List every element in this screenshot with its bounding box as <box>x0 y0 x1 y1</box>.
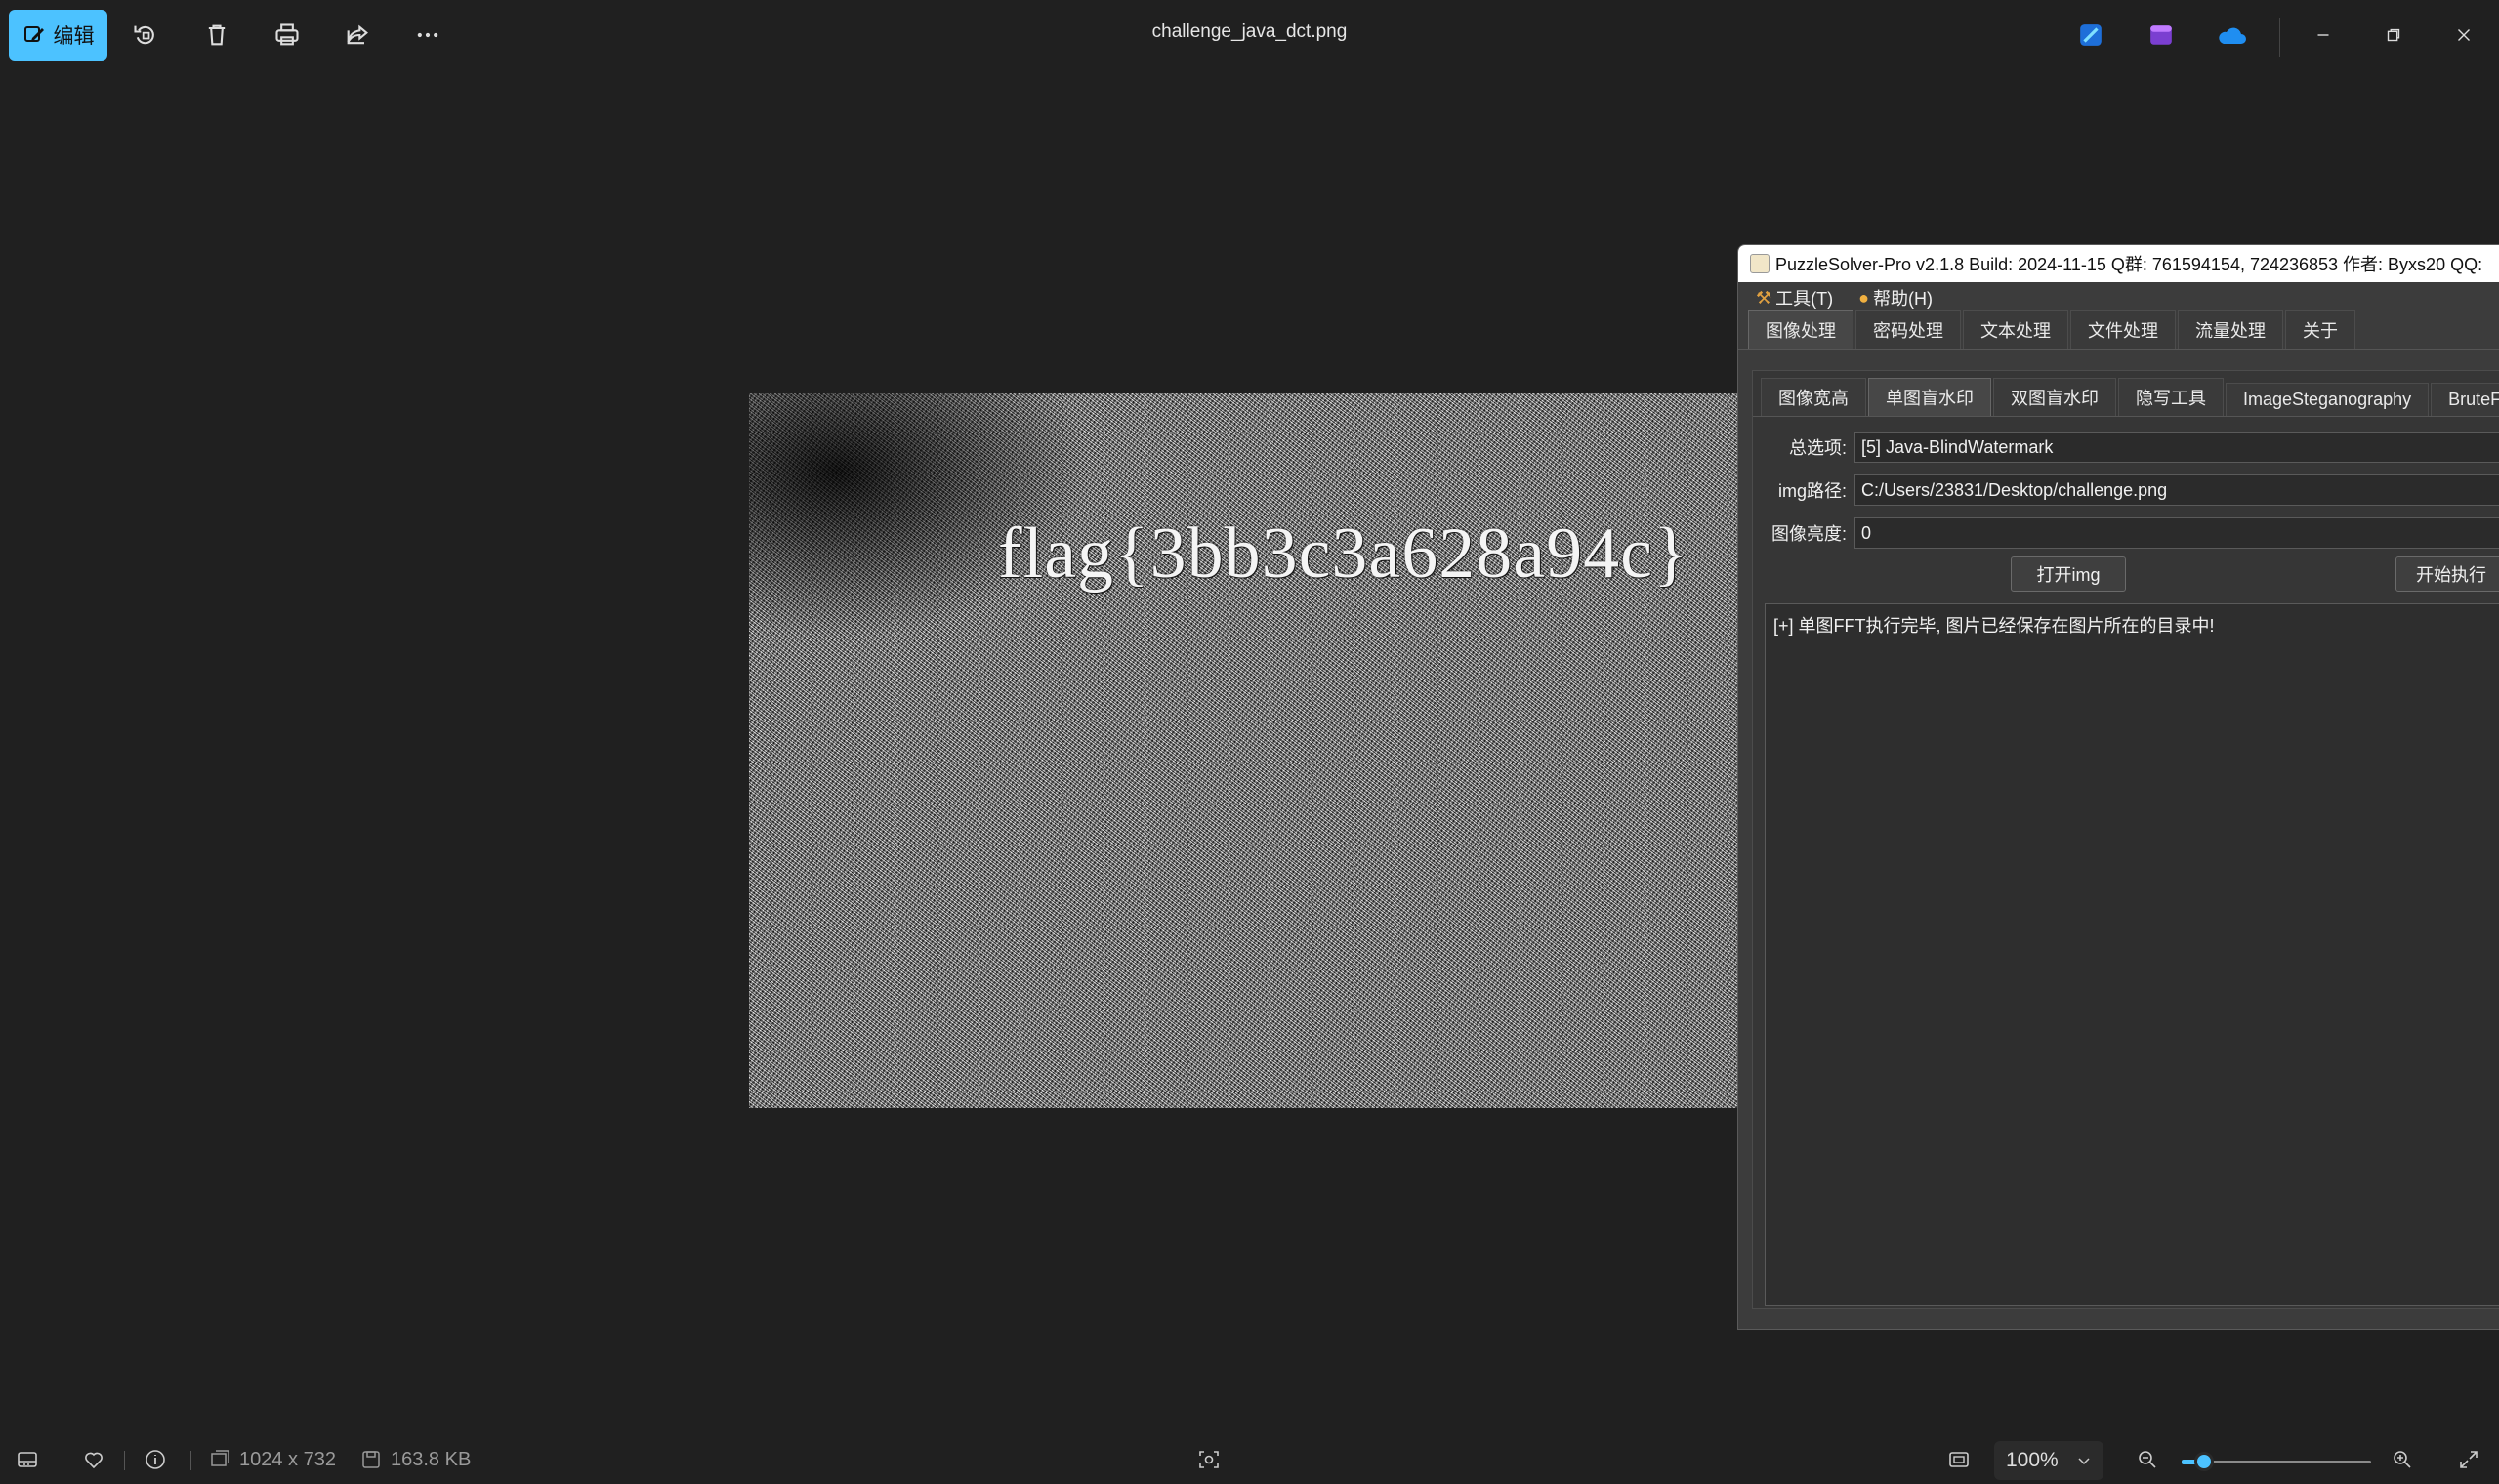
rotate-icon[interactable] <box>128 18 163 53</box>
menu-tools[interactable]: ⚒ 工具(T) <box>1756 285 1833 310</box>
path-row: img路径: C:/Users/23831/Desktop/challenge.… <box>1753 474 2499 506</box>
chevron-down-icon <box>2078 1458 2090 1465</box>
subtab-stego-tools[interactable]: 隐写工具 <box>2118 378 2224 416</box>
edit-button[interactable]: 编辑 <box>9 10 107 61</box>
fullscreen-icon[interactable] <box>2457 1447 2480 1472</box>
toolbar-divider <box>2279 18 2280 57</box>
print-icon[interactable] <box>270 18 305 53</box>
visual-search-icon[interactable] <box>1197 1447 1221 1472</box>
option-select[interactable]: [5] Java-BlindWatermark <box>1854 432 2499 463</box>
subtab-double-watermark[interactable]: 双图盲水印 <box>1993 378 2116 416</box>
minimize-icon[interactable] <box>2304 18 2343 53</box>
puzzlesolver-titlebar[interactable]: PuzzleSolver-Pro v2.1.8 Build: 2024-11-1… <box>1738 245 2499 282</box>
subtab-image-steganography[interactable]: ImageSteganography <box>2226 383 2430 416</box>
brightness-label: 图像亮度: <box>1770 524 1847 544</box>
image-dimensions-text: 1024 x 732 <box>239 1448 336 1470</box>
clipchamp-icon[interactable] <box>2074 20 2107 51</box>
top-toolbar: 编辑 challenge_java_dct.png <box>0 0 2499 70</box>
option-row: 总选项: [5] Java-BlindWatermark <box>1753 432 2499 463</box>
status-bar: 1024 x 732 163.8 KB <box>0 1435 2499 1484</box>
subtab-brute[interactable]: BruteF <box>2431 383 2499 416</box>
open-img-button[interactable]: 打开img <box>2011 556 2126 592</box>
status-divider <box>190 1451 191 1470</box>
favorite-icon[interactable] <box>82 1447 105 1472</box>
edit-image-icon <box>23 26 44 42</box>
edit-button-label: 编辑 <box>53 25 95 48</box>
share-icon[interactable] <box>340 18 375 53</box>
menu-help-label: 帮助(H) <box>1873 289 1933 309</box>
onedrive-icon[interactable] <box>2215 20 2248 51</box>
subtab-image-size[interactable]: 图像宽高 <box>1761 378 1866 416</box>
option-label: 总选项: <box>1788 438 1847 458</box>
tab-about[interactable]: 关于 <box>2285 310 2355 349</box>
zoom-dropdown[interactable]: 100% <box>1994 1441 2103 1480</box>
tab-traffic[interactable]: 流量处理 <box>2178 310 2283 349</box>
fit-to-window-icon[interactable] <box>1947 1447 1971 1472</box>
file-size: 163.8 KB <box>359 1447 471 1472</box>
tab-crypto[interactable]: 密码处理 <box>1855 310 1961 349</box>
hammer-icon: ⚒ <box>1756 287 1772 308</box>
image-processing-panel: 图像宽高 单图盲水印 双图盲水印 隐写工具 ImageSteganography… <box>1752 370 2499 1309</box>
tab-text[interactable]: 文本处理 <box>1963 310 2068 349</box>
file-size-text: 163.8 KB <box>391 1448 472 1470</box>
more-icon[interactable] <box>410 18 445 53</box>
image-flag-text: flag{3bb3c3a628a94c} <box>998 514 1689 594</box>
output-log[interactable]: [+] 单图FFT执行完毕, 图片已经保存在图片所在的目录中! <box>1765 603 2499 1306</box>
subtab-single-watermark[interactable]: 单图盲水印 <box>1868 378 1991 416</box>
dimensions-icon <box>211 1450 229 1466</box>
puzzlesolver-title: PuzzleSolver-Pro v2.1.8 Build: 2024-11-1… <box>1775 255 2483 274</box>
close-icon[interactable] <box>2444 18 2483 53</box>
puzzlesolver-window: PuzzleSolver-Pro v2.1.8 Build: 2024-11-1… <box>1737 244 2499 1330</box>
img-path-input[interactable]: C:/Users/23831/Desktop/challenge.png <box>1854 474 2499 506</box>
restore-icon[interactable] <box>2374 18 2413 53</box>
zoom-out-icon[interactable] <box>2136 1447 2159 1472</box>
main-tab-bar: 图像处理 密码处理 文本处理 文件处理 流量处理 关于 <box>1738 310 2499 350</box>
delete-icon[interactable] <box>199 18 234 53</box>
menu-tools-label: 工具(T) <box>1775 289 1834 309</box>
tab-image-processing[interactable]: 图像处理 <box>1748 310 1853 349</box>
menu-help[interactable]: ● 帮助(H) <box>1858 285 1933 310</box>
filmstrip-icon[interactable] <box>16 1447 39 1472</box>
zoom-in-icon[interactable] <box>2391 1447 2414 1472</box>
info-icon[interactable] <box>144 1447 167 1472</box>
photo-editor-icon[interactable] <box>2145 20 2178 51</box>
displayed-image[interactable]: flag{3bb3c3a628a94c} <box>749 393 1741 1108</box>
path-label: img路径: <box>1777 481 1847 501</box>
zoom-value: 100% <box>2006 1449 2059 1471</box>
run-button[interactable]: 开始执行 <box>2395 556 2499 592</box>
image-dimensions: 1024 x 732 <box>208 1447 336 1472</box>
brightness-input[interactable]: 0 <box>1854 517 2499 549</box>
tab-file[interactable]: 文件处理 <box>2070 310 2176 349</box>
puzzlesolver-app-icon <box>1750 254 1770 273</box>
puzzlesolver-menubar: ⚒ 工具(T) ● 帮助(H) <box>1738 282 2499 313</box>
status-divider <box>124 1451 125 1470</box>
brightness-row: 图像亮度: 0 <box>1753 517 2499 549</box>
sub-tab-bar: 图像宽高 单图盲水印 双图盲水印 隐写工具 ImageSteganography… <box>1753 378 2499 417</box>
save-disk-icon <box>362 1451 380 1468</box>
help-person-icon: ● <box>1858 287 1869 308</box>
